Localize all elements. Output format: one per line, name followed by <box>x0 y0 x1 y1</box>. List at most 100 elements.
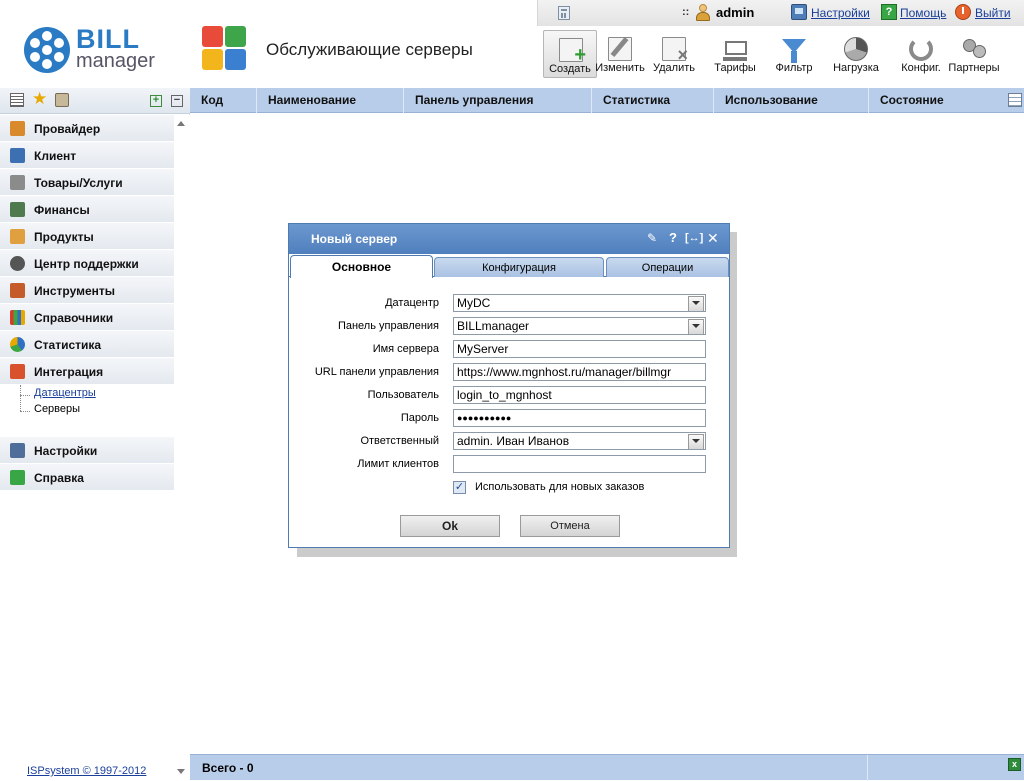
edit-icon <box>608 37 632 61</box>
filter-button[interactable]: Фильтр <box>767 30 821 78</box>
load-button[interactable]: Нагрузка <box>829 30 883 78</box>
control-panel-select[interactable]: BILLmanager <box>453 317 706 335</box>
sidebar-item-products[interactable]: Продукты <box>0 223 174 250</box>
sidebar-item-client[interactable]: Клиент <box>0 142 174 169</box>
responsible-value: admin. Иван Иванов <box>457 434 570 448</box>
cancel-button[interactable]: Отмена <box>520 515 620 537</box>
panel-url-row: URL панели управления https://www.mgnhos… <box>289 363 729 383</box>
sidebar-subitem-label[interactable]: Датацентры <box>34 387 96 399</box>
column-header-statistics[interactable]: Статистика <box>592 88 714 113</box>
config-button[interactable]: Конфиг. <box>894 30 948 78</box>
sidebar-item-finance[interactable]: Финансы <box>0 196 174 223</box>
tools-icon <box>10 283 25 298</box>
logout-icon[interactable] <box>955 4 971 20</box>
dialog-title-bar[interactable]: Новый сервер ✎ ? [↔] ✕ <box>289 224 729 254</box>
main-menu: Провайдер Клиент Товары/Услуги Финансы П… <box>0 115 174 491</box>
control-panel-label: Панель управления <box>337 320 439 332</box>
responsible-select[interactable]: admin. Иван Иванов <box>453 432 706 450</box>
sidebar-item-label: Справка <box>34 471 84 485</box>
help-link[interactable]: Помощь <box>900 6 946 20</box>
integration-puzzle-icon <box>202 26 248 72</box>
partners-button[interactable]: Партнеры <box>947 30 1001 78</box>
tab-operations[interactable]: Операции <box>606 257 729 277</box>
sidebar-scrollbar[interactable] <box>174 115 190 780</box>
tab-configuration[interactable]: Конфигурация <box>434 257 604 277</box>
client-limit-input[interactable] <box>453 455 706 473</box>
cart-icon <box>10 175 25 190</box>
server-name-label: Имя сервера <box>372 343 439 355</box>
sidebar-subitem-servers[interactable]: Серверы <box>0 403 174 419</box>
table-header: Код Наименование Панель управления Стати… <box>190 88 1024 113</box>
settings-link[interactable]: Настройки <box>811 6 870 20</box>
sidebar-item-references[interactable]: Справочники <box>0 304 174 331</box>
server-name-input[interactable]: MyServer <box>453 340 706 358</box>
expand-all-icon[interactable]: + <box>150 95 162 107</box>
favorites-star-icon[interactable]: ★ <box>32 90 47 108</box>
logo-text-manager: manager <box>76 50 155 72</box>
delete-button[interactable]: Удалить <box>647 30 701 78</box>
copyright-link[interactable]: ISPsystem © 1997-2012 <box>27 765 146 777</box>
sidebar-subitem-label: Серверы <box>34 403 81 415</box>
tariffs-label: Тарифы <box>714 62 756 74</box>
settings-icon[interactable] <box>791 4 807 20</box>
sidebar-item-label: Товары/Услуги <box>34 176 123 190</box>
partners-label: Партнеры <box>948 62 1000 74</box>
close-icon[interactable]: ✕ <box>707 230 719 246</box>
sidebar-subitem-datacenters[interactable]: Датацентры <box>0 385 174 411</box>
billmanager-logo[interactable]: BILL manager <box>24 24 164 74</box>
sidebar-item-goods-services[interactable]: Товары/Услуги <box>0 169 174 196</box>
sidebar-item-provider[interactable]: Провайдер <box>0 115 174 142</box>
collapse-all-icon[interactable]: − <box>171 95 183 107</box>
dialog-title: Новый сервер <box>311 232 398 246</box>
settings-icon <box>10 443 25 458</box>
password-input[interactable]: ●●●●●●●●●● <box>453 409 706 427</box>
datacenter-row: Датацентр MyDC <box>289 294 729 314</box>
column-settings-icon[interactable] <box>1008 93 1022 107</box>
help-icon[interactable]: ? <box>669 230 677 246</box>
datacenter-label: Датацентр <box>385 297 439 309</box>
tariffs-button[interactable]: Тарифы <box>708 30 762 78</box>
ok-button[interactable]: Ok <box>400 515 500 537</box>
responsible-label: Ответственный <box>360 435 439 447</box>
scroll-up-arrow-icon[interactable] <box>177 121 185 126</box>
sidebar-item-integration[interactable]: Интеграция <box>0 358 174 385</box>
load-label: Нагрузка <box>833 62 879 74</box>
expand-icon[interactable]: [↔] <box>685 230 703 246</box>
responsible-row: Ответственный admin. Иван Иванов <box>289 432 729 452</box>
user-input[interactable]: login_to_mgnhost <box>453 386 706 404</box>
toolbar: Создать Изменить Удалить Тарифы Фильтр Н… <box>541 30 1024 80</box>
menu-list-icon[interactable] <box>10 93 24 107</box>
use-for-new-orders-checkbox[interactable]: ✓ <box>453 481 466 494</box>
control-panel-row: Панель управления BILLmanager <box>289 317 729 337</box>
create-button[interactable]: Создать <box>543 30 597 78</box>
sidebar-item-settings[interactable]: Настройки <box>0 437 174 464</box>
scroll-down-arrow-icon[interactable] <box>177 769 185 774</box>
sidebar-item-statistics[interactable]: Статистика <box>0 331 174 358</box>
sidebar-item-help[interactable]: Справка <box>0 464 174 491</box>
edit-button[interactable]: Изменить <box>593 30 647 78</box>
logout-link[interactable]: Выйти <box>975 6 1011 20</box>
datacenter-select[interactable]: MyDC <box>453 294 706 312</box>
column-header-name[interactable]: Наименование <box>257 88 404 113</box>
briefcase-icon[interactable] <box>55 93 69 107</box>
tab-main[interactable]: Основное <box>290 255 433 278</box>
column-header-usage[interactable]: Использование <box>714 88 869 113</box>
sidebar-item-tools[interactable]: Инструменты <box>0 277 174 304</box>
column-header-state[interactable]: Состояние <box>869 88 1004 113</box>
logo-mark <box>24 27 70 73</box>
panel-url-input[interactable]: https://www.mgnhost.ru/manager/billmgr <box>453 363 706 381</box>
excel-export-icon[interactable]: x <box>1008 758 1021 771</box>
products-icon <box>10 229 25 244</box>
pin-icon[interactable]: ✎ <box>647 230 657 246</box>
column-header-control-panel[interactable]: Панель управления <box>404 88 592 113</box>
sidebar-item-label: Инструменты <box>34 284 116 298</box>
client-limit-label: Лимит клиентов <box>357 458 439 470</box>
column-header-code[interactable]: Код <box>190 88 257 113</box>
help-icon[interactable]: ? <box>881 4 897 20</box>
sidebar-toolbar: ★ + − <box>0 88 190 114</box>
sidebar-item-support-center[interactable]: Центр поддержки <box>0 250 174 277</box>
sidebar-item-label: Настройки <box>34 444 98 458</box>
edit-label: Изменить <box>595 62 645 74</box>
user-label: Пользователь <box>367 389 439 401</box>
calculator-icon[interactable] <box>558 6 570 20</box>
